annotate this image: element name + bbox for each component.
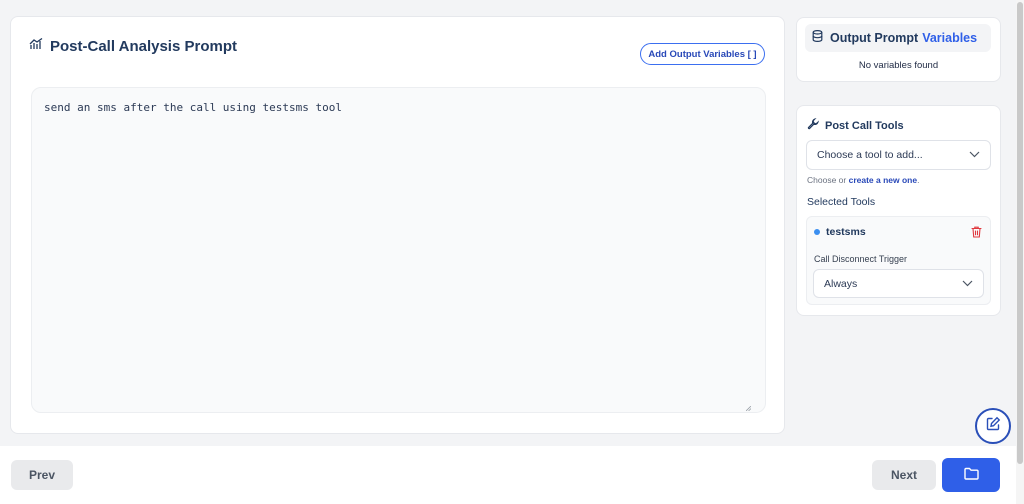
post-call-tools-card: Post Call Tools Choose a tool to add... … [796, 105, 1001, 316]
save-folder-button[interactable] [942, 458, 1000, 492]
folder-icon [963, 467, 979, 483]
next-button[interactable]: Next [872, 460, 936, 490]
add-output-variables-button[interactable]: Add Output Variables [ ] [640, 43, 765, 65]
database-icon [812, 29, 823, 47]
trash-icon[interactable] [971, 225, 982, 243]
tool-select[interactable]: Choose a tool to add... [806, 140, 991, 170]
page-scrollbar[interactable] [1016, 0, 1024, 504]
post-call-prompt-card: Post-Call Analysis Prompt Add Output Var… [10, 16, 785, 434]
footer-bar: Prev Next [0, 446, 1016, 504]
tools-hint-suffix: . [917, 175, 920, 185]
prompt-text: send an sms after the call using testsms… [44, 101, 343, 114]
chevron-down-icon [962, 278, 973, 290]
floating-edit-button[interactable] [975, 408, 1011, 444]
prompt-textarea[interactable]: send an sms after the call using testsms… [31, 87, 766, 413]
tool-status-dot [814, 229, 820, 235]
chart-icon [29, 37, 43, 55]
create-tool-link[interactable]: create a new one [849, 175, 918, 185]
output-variables-card: Output Prompt Variables No variables fou… [796, 17, 1001, 82]
output-variables-title-highlight: Variables [922, 31, 978, 45]
call-disconnect-trigger-label: Call Disconnect Trigger [814, 254, 908, 264]
scrollbar-thumb[interactable] [1017, 2, 1023, 464]
wrench-icon [807, 117, 820, 135]
selected-tool-item: testsms Call Disconnect Trigger Always [806, 216, 991, 305]
no-variables-text: No variables found [858, 60, 939, 71]
tool-select-value: Choose a tool to add... [817, 149, 923, 161]
trigger-select-value: Always [824, 277, 858, 290]
resize-handle-icon[interactable] [746, 406, 751, 411]
prev-button[interactable]: Prev [11, 460, 73, 490]
output-variables-title: Output Prompt [830, 31, 919, 45]
edit-icon [985, 416, 1001, 437]
prompt-title-row: Post-Call Analysis Prompt [29, 37, 237, 55]
tools-title-row: Post Call Tools [807, 117, 904, 135]
tools-hint: Choose or create a new one. [807, 175, 919, 185]
selected-tools-title: Selected Tools [807, 196, 876, 208]
tools-hint-prefix: Choose or [807, 175, 847, 185]
chevron-down-icon [969, 149, 980, 161]
page-title: Post-Call Analysis Prompt [50, 37, 237, 55]
tool-name: testsms [826, 226, 866, 238]
output-variables-header: Output Prompt Variables [805, 24, 991, 52]
post-call-tools-title: Post Call Tools [825, 120, 904, 132]
call-disconnect-trigger-select[interactable]: Always [813, 269, 984, 298]
